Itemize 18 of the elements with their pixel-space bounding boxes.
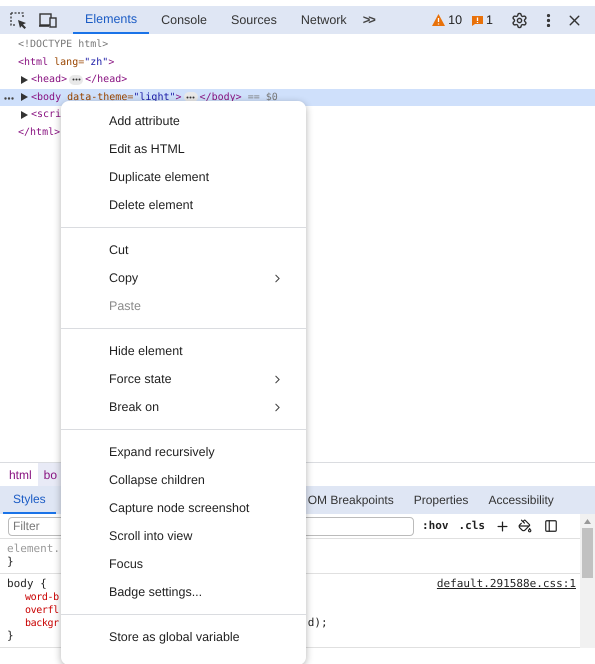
css-property: overfl: [25, 604, 59, 618]
css-selector: body {: [7, 576, 47, 592]
dom-line: <scri: [31, 108, 62, 122]
css-value: d);: [308, 615, 328, 632]
dom-line: </body> == $0: [200, 90, 278, 105]
css-property: backgr: [25, 617, 59, 631]
issue-count: 1: [486, 12, 493, 29]
dom-line: </html>: [18, 126, 60, 140]
closing-brace: }: [7, 554, 14, 570]
css-property: word-b: [25, 591, 59, 605]
dom-line: <head>: [31, 73, 68, 88]
warning-count: 10: [448, 12, 462, 29]
closing-brace: }: [7, 628, 14, 644]
css-selector: element.: [7, 541, 60, 556]
dom-line: </head>: [85, 73, 128, 88]
dom-line: <!DOCTYPE html>: [18, 38, 108, 52]
dom-line: <html lang="zh">: [18, 56, 114, 70]
dom-line: <body data-theme="light">: [31, 90, 182, 105]
